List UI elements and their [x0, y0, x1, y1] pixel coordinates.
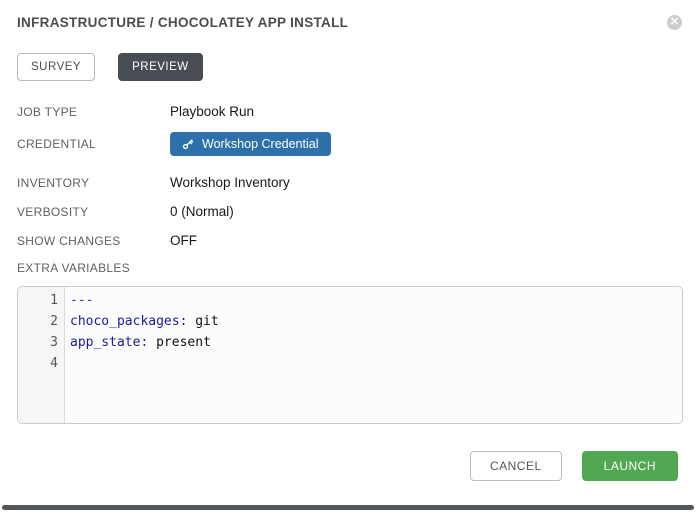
yaml-doc-start: ---: [70, 293, 93, 308]
yaml-value: git: [187, 314, 218, 329]
dialog-title: INFRASTRUCTURE / CHOCOLATEY APP INSTALL: [17, 14, 681, 31]
extra-variables-editor[interactable]: 1 2 3 4 --- choco_packages: git app_stat…: [17, 286, 683, 424]
job-type-value: Playbook Run: [170, 104, 254, 119]
detail-row-credential: CREDENTIAL Workshop Credential: [17, 132, 681, 156]
extra-variables-label: EXTRA VARIABLES: [17, 261, 681, 278]
cancel-button[interactable]: CANCEL: [470, 451, 562, 481]
yaml-key: choco_packages:: [70, 314, 187, 329]
tab-bar: SURVEY PREVIEW: [17, 53, 681, 81]
key-icon: [182, 138, 194, 150]
yaml-value: present: [148, 335, 211, 350]
dialog-footer: CANCEL LAUNCH: [17, 451, 681, 481]
close-icon[interactable]: ✕: [667, 15, 682, 30]
tab-survey[interactable]: SURVEY: [17, 53, 95, 81]
inventory-label: INVENTORY: [17, 176, 170, 190]
yaml-key: app_state:: [70, 335, 148, 350]
credential-badge[interactable]: Workshop Credential: [170, 132, 331, 156]
code-line-3: app_state: present: [70, 332, 682, 353]
code-line-1: ---: [70, 290, 682, 311]
verbosity-value: 0 (Normal): [170, 204, 234, 219]
dialog-header: INFRASTRUCTURE / CHOCOLATEY APP INSTALL …: [17, 14, 681, 31]
credential-badge-label: Workshop Credential: [202, 137, 319, 151]
code-line-4: [70, 353, 682, 374]
code-line-2: choco_packages: git: [70, 311, 682, 332]
launch-button[interactable]: LAUNCH: [582, 451, 678, 481]
show-changes-value: OFF: [170, 233, 197, 248]
job-details: JOB TYPE Playbook Run CREDENTIAL Wor: [17, 103, 681, 249]
page-bottom-bar: [2, 505, 694, 510]
line-number: 2: [18, 311, 64, 332]
show-changes-label: SHOW CHANGES: [17, 234, 170, 248]
tab-preview[interactable]: PREVIEW: [118, 53, 203, 81]
line-number: 3: [18, 332, 64, 353]
inventory-value: Workshop Inventory: [170, 175, 290, 190]
line-number: 1: [18, 290, 64, 311]
detail-row-verbosity: VERBOSITY 0 (Normal): [17, 203, 681, 220]
detail-row-job-type: JOB TYPE Playbook Run: [17, 103, 681, 120]
line-number: 4: [18, 353, 64, 374]
credential-label: CREDENTIAL: [17, 137, 170, 151]
detail-row-inventory: INVENTORY Workshop Inventory: [17, 174, 681, 191]
editor-gutter: 1 2 3 4: [18, 287, 65, 423]
job-type-label: JOB TYPE: [17, 105, 170, 119]
verbosity-label: VERBOSITY: [17, 205, 170, 219]
detail-row-show-changes: SHOW CHANGES OFF: [17, 232, 681, 249]
editor-code-area[interactable]: --- choco_packages: git app_state: prese…: [65, 287, 682, 423]
job-launch-preview-dialog: INFRASTRUCTURE / CHOCOLATEY APP INSTALL …: [0, 0, 696, 515]
